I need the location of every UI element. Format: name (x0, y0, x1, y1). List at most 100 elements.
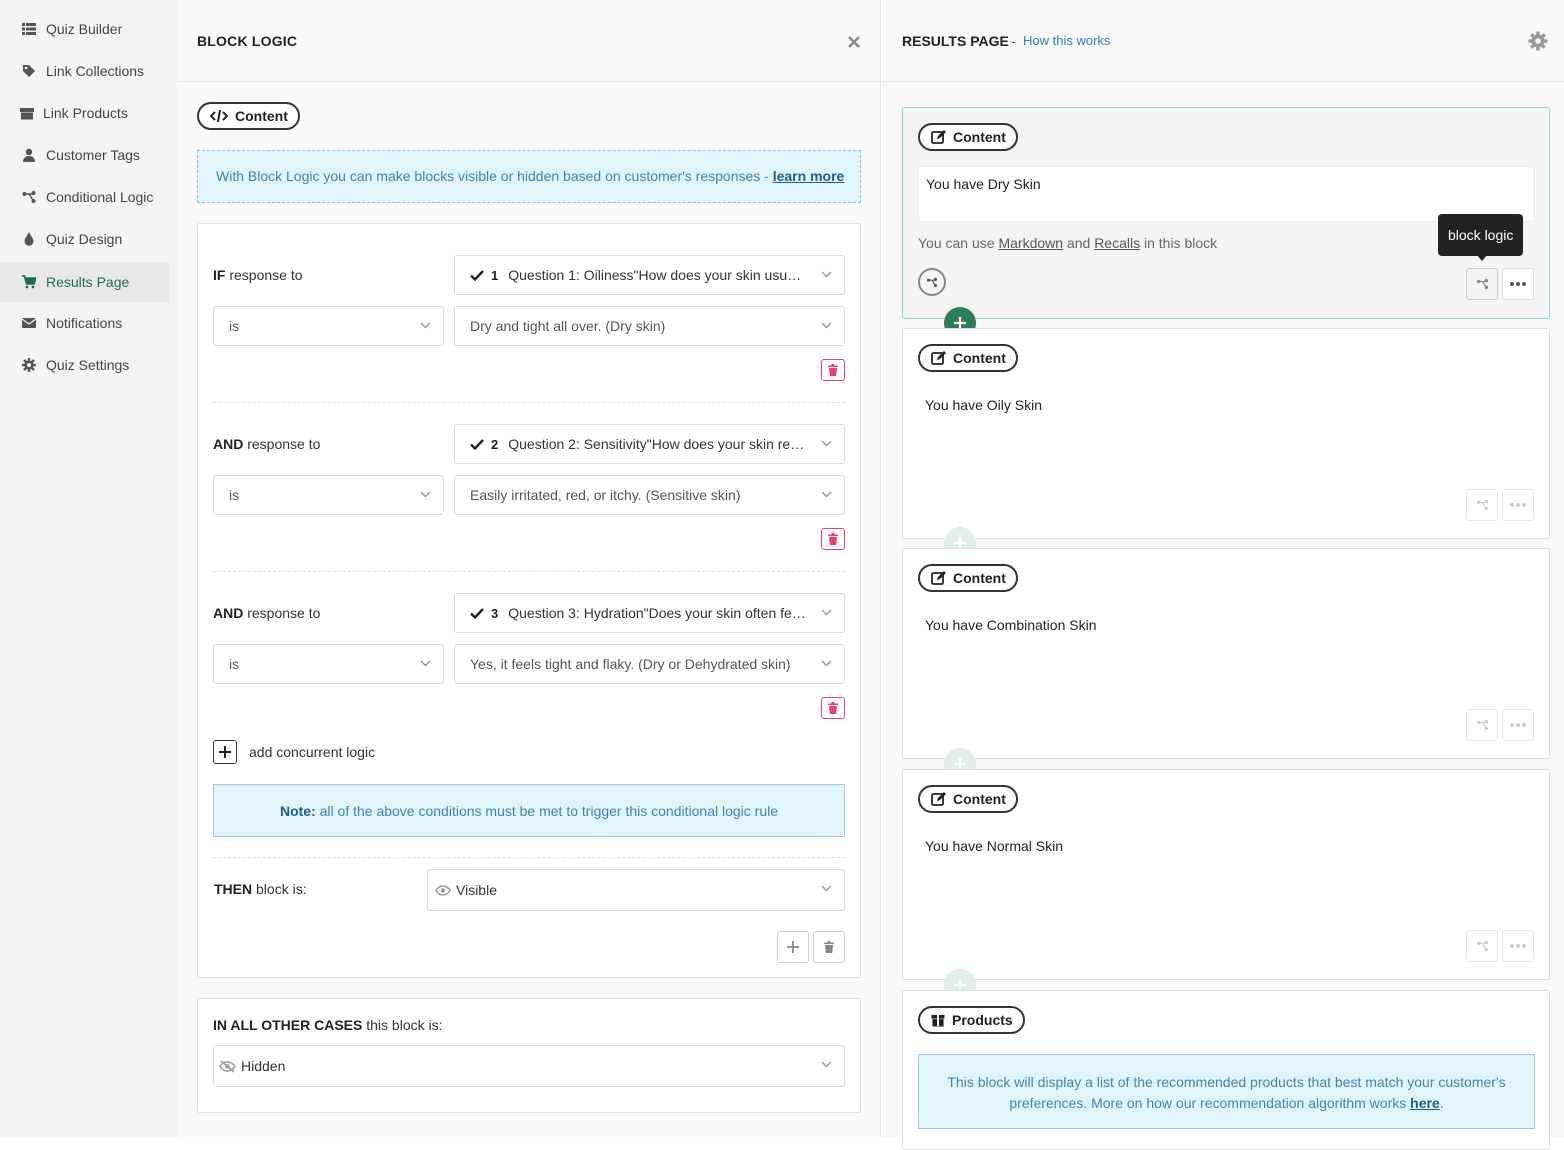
content-block[interactable]: Content You have Combination Skin (902, 548, 1550, 759)
operator-value: is (229, 318, 240, 334)
sidebar-item-conditional-logic[interactable]: Conditional Logic (0, 178, 169, 216)
content-block[interactable]: Content You have Oily Skin (902, 328, 1550, 539)
gear-icon[interactable] (1528, 31, 1548, 51)
question-select[interactable]: 2 Question 2: Sensitivity"How does your … (454, 424, 845, 464)
content-block[interactable]: Content You have Normal Skin (902, 769, 1550, 980)
question-number: 1 (491, 267, 499, 283)
edit-icon (931, 351, 946, 365)
logic-rule-card: IF response to 1 Question 1: Oiliness"Ho… (197, 223, 861, 978)
eye-icon (435, 884, 451, 896)
logic-indicator[interactable] (918, 268, 946, 296)
editor-help: You can use Markdown and Recalls in this… (918, 235, 1218, 251)
then-label: THEN block is: (214, 881, 307, 897)
delete-condition-button[interactable] (821, 697, 845, 719)
edit-icon (931, 571, 946, 585)
block-logic-button[interactable] (1466, 709, 1498, 741)
markdown-link[interactable]: Markdown (998, 235, 1063, 251)
plus-icon (219, 746, 231, 758)
then-visibility-select[interactable]: Visible (427, 869, 845, 911)
branch-icon (22, 191, 36, 203)
divider (213, 857, 845, 858)
check-icon (470, 438, 484, 450)
answer-select[interactable]: Easily irritated, red, or itchy. (Sensit… (454, 475, 845, 515)
content-text: You have Combination Skin (925, 617, 1097, 633)
drop-icon (24, 232, 34, 246)
question-text: Question 1: Oiliness"How does your skin … (508, 267, 809, 283)
sidebar-item-quiz-builder[interactable]: Quiz Builder (0, 10, 169, 48)
content-block-type: Content (918, 785, 1018, 813)
answer-select[interactable]: Dry and tight all over. (Dry skin) (454, 306, 845, 346)
chevron-down-icon (821, 609, 832, 616)
note-box: Note: all of the above conditions must b… (213, 784, 845, 837)
operator-value: is (229, 487, 240, 503)
operator-select[interactable]: is (213, 475, 444, 515)
sidebar-item-label: Link Products (43, 105, 128, 121)
edit-icon (931, 130, 946, 144)
close-icon[interactable] (847, 35, 861, 49)
eye-slash-icon (219, 1059, 236, 1073)
content-pill: Content (197, 102, 300, 130)
sidebar-item-customer-tags[interactable]: Customer Tags (0, 136, 169, 174)
block-logic-panel: BLOCK LOGIC Content With Block Logic you… (177, 0, 881, 1137)
block-logic-header: BLOCK LOGIC (177, 0, 881, 82)
other-cases-visibility-value: Hidden (241, 1058, 286, 1074)
other-cases-label: IN ALL OTHER CASES this block is: (213, 1017, 443, 1033)
sidebar-item-link-products[interactable]: Link Products (0, 94, 169, 132)
sidebar-item-quiz-design[interactable]: Quiz Design (0, 220, 169, 258)
box-icon (20, 108, 34, 120)
sidebar-item-results-page[interactable]: Results Page (0, 262, 169, 302)
branch-icon (1476, 278, 1488, 290)
add-concurrent-logic-button[interactable] (213, 740, 237, 764)
sidebar: Quiz Builder Link Collections Link Produ… (0, 0, 177, 1137)
block-logic-button[interactable] (1466, 930, 1498, 962)
sidebar-item-label: Customer Tags (46, 147, 140, 163)
results-page-panel: RESULTS PAGE - How this works Content Yo… (882, 0, 1564, 1150)
more-options-button[interactable] (1502, 268, 1534, 300)
delete-rule-button[interactable] (813, 931, 845, 963)
user-icon (23, 148, 35, 162)
envelope-icon (22, 318, 36, 328)
answer-select[interactable]: Yes, it feels tight and flaky. (Dry or D… (454, 644, 845, 684)
sidebar-item-notifications[interactable]: Notifications (0, 304, 169, 342)
content-block-type: Content (918, 564, 1018, 592)
sidebar-item-label: Quiz Settings (46, 357, 130, 373)
chevron-down-icon (821, 885, 832, 892)
learn-more-link[interactable]: learn more (773, 168, 845, 184)
branch-icon (1476, 719, 1488, 731)
question-select[interactable]: 1 Question 1: Oiliness"How does your ski… (454, 255, 845, 295)
sidebar-item-quiz-settings[interactable]: Quiz Settings (0, 346, 169, 384)
question-select[interactable]: 3 Question 3: Hydration"Does your skin o… (454, 593, 845, 633)
block-logic-button[interactable] (1466, 489, 1498, 521)
more-options-button[interactable] (1502, 709, 1534, 741)
info-text: With Block Logic you can make blocks vis… (216, 168, 773, 184)
block-logic-button[interactable] (1466, 268, 1498, 300)
more-options-button[interactable] (1502, 489, 1534, 521)
products-info: This block will display a list of the re… (918, 1054, 1535, 1129)
how-this-works-link[interactable]: How this works (1023, 33, 1110, 48)
answer-value: Easily irritated, red, or itchy. (Sensit… (470, 487, 741, 503)
ellipsis-icon (1510, 503, 1526, 507)
add-rule-button[interactable] (777, 931, 809, 963)
tooltip-arrow (1477, 255, 1487, 261)
products-block[interactable]: Products This block will display a list … (902, 990, 1550, 1150)
more-options-button[interactable] (1502, 930, 1534, 962)
edit-icon (931, 792, 946, 806)
recalls-link[interactable]: Recalls (1094, 235, 1140, 251)
answer-value: Yes, it feels tight and flaky. (Dry or D… (470, 656, 791, 672)
sidebar-item-label: Results Page (46, 274, 130, 290)
check-icon (470, 607, 484, 619)
delete-condition-button[interactable] (821, 528, 845, 550)
add-concurrent-logic-label[interactable]: add concurrent logic (249, 744, 375, 760)
note-label: Note: (279, 803, 316, 819)
other-cases-visibility-select[interactable]: Hidden (213, 1045, 845, 1087)
products-here-link[interactable]: here (1410, 1095, 1440, 1111)
divider (213, 402, 845, 403)
operator-select[interactable]: is (213, 306, 444, 346)
ellipsis-icon (1510, 723, 1526, 727)
content-block[interactable]: Content You have Dry Skin You can use Ma… (902, 107, 1550, 319)
chevron-down-icon (821, 491, 832, 498)
delete-condition-button[interactable] (821, 359, 845, 381)
sidebar-item-link-collections[interactable]: Link Collections (0, 52, 169, 90)
operator-select[interactable]: is (213, 644, 444, 684)
chevron-down-icon (821, 1061, 832, 1068)
